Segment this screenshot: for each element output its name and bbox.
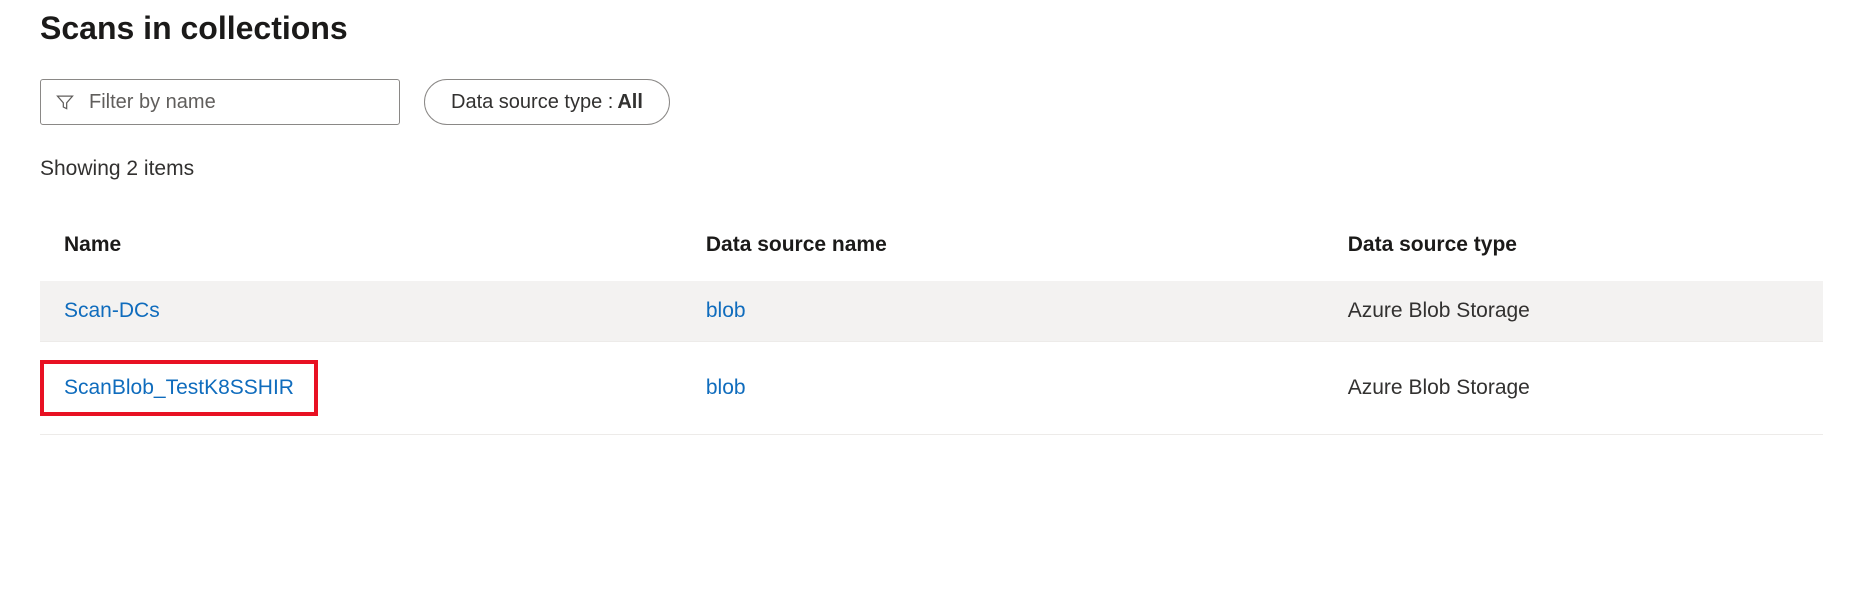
data-source-type-cell: Azure Blob Storage — [1324, 342, 1823, 435]
highlight-annotation: ScanBlob_TestK8SSHIR — [40, 360, 318, 416]
table-row[interactable]: ScanBlob_TestK8SSHIR blob Azure Blob Sto… — [40, 342, 1823, 435]
filter-row: Data source type : All — [40, 79, 1823, 125]
data-source-type-value: All — [617, 91, 643, 114]
data-source-name-link[interactable]: blob — [706, 376, 746, 399]
filter-by-name-input[interactable] — [89, 91, 385, 114]
scan-name-link[interactable]: Scan-DCs — [64, 299, 160, 322]
page-title: Scans in collections — [40, 10, 1823, 47]
showing-count: Showing 2 items — [40, 157, 1823, 181]
data-source-type-filter[interactable]: Data source type : All — [424, 79, 670, 125]
col-header-name[interactable]: Name — [40, 217, 682, 281]
data-source-type-label: Data source type : — [451, 91, 613, 114]
table-row[interactable]: Scan-DCs blob Azure Blob Storage — [40, 281, 1823, 342]
data-source-type-cell: Azure Blob Storage — [1324, 281, 1823, 342]
table-header-row: Name Data source name Data source type — [40, 217, 1823, 281]
scan-name-link[interactable]: ScanBlob_TestK8SSHIR — [64, 376, 294, 399]
data-source-name-link[interactable]: blob — [706, 299, 746, 322]
filter-icon — [55, 92, 75, 112]
col-header-source-type[interactable]: Data source type — [1324, 217, 1823, 281]
col-header-source-name[interactable]: Data source name — [682, 217, 1324, 281]
filter-by-name-wrap[interactable] — [40, 79, 400, 125]
scans-table: Name Data source name Data source type S… — [40, 217, 1823, 435]
